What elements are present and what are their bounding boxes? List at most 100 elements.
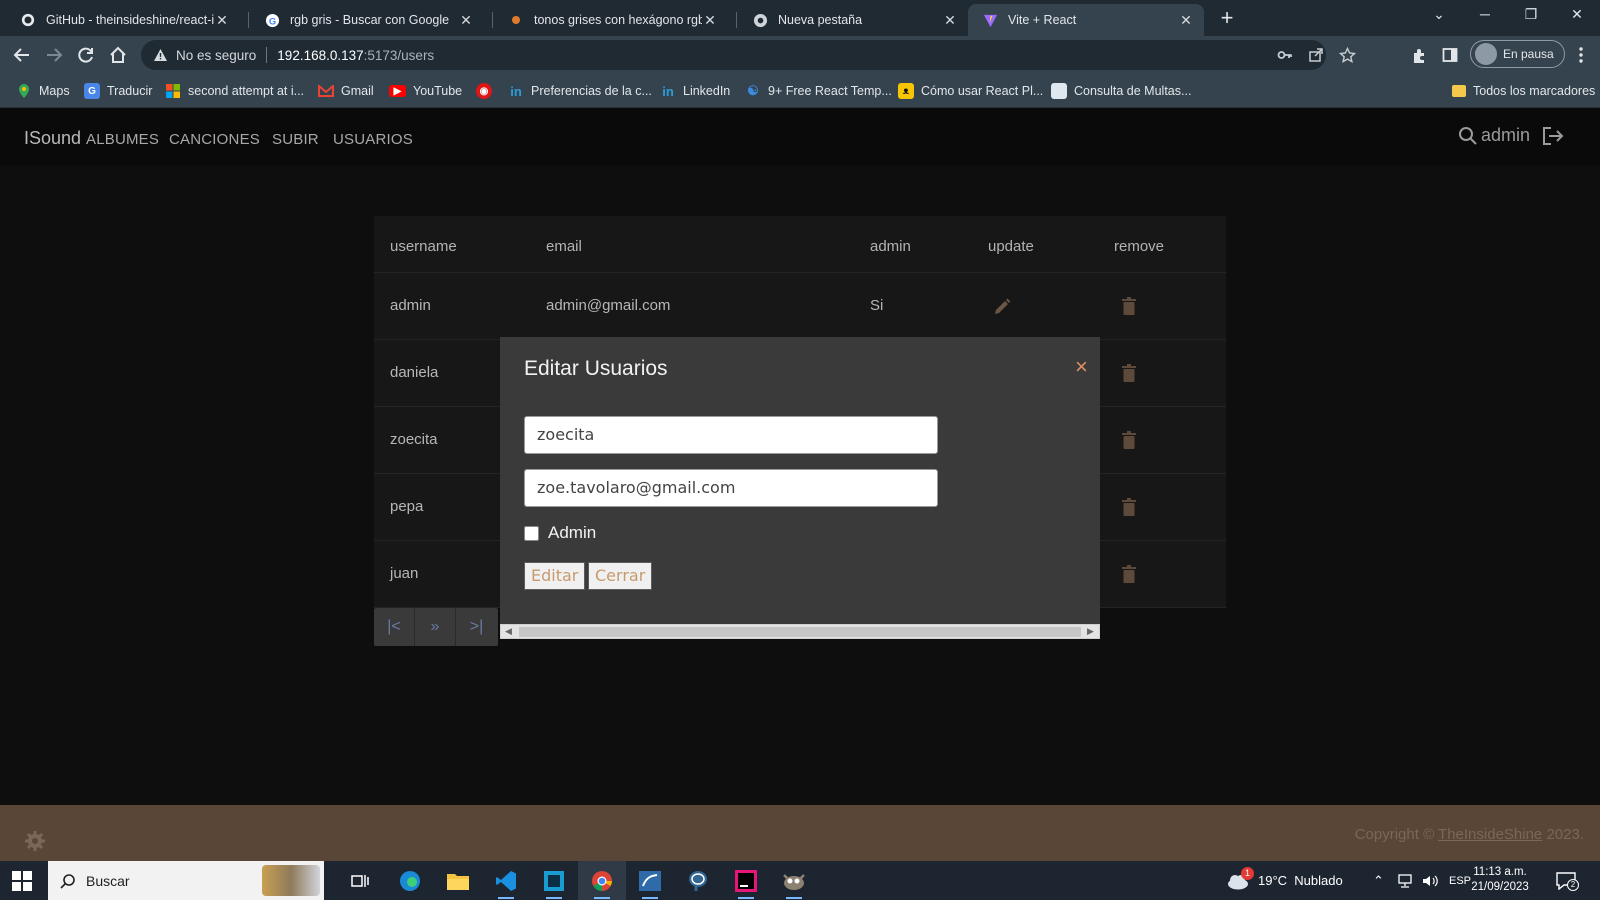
minimize-icon[interactable]: ─ [1462, 0, 1508, 30]
admin-checkbox-label[interactable]: Admin [548, 523, 596, 543]
bookmark-linkedin-preferences[interactable]: in Preferencias de la c... [508, 81, 652, 101]
translate-icon: G [84, 83, 100, 99]
edit-icon[interactable] [992, 297, 1012, 322]
bookmark-linkedin[interactable]: in LinkedIn [660, 81, 730, 101]
close-button[interactable]: Cerrar [588, 562, 653, 590]
bookmark-youtube[interactable]: ▶ YouTube [389, 81, 462, 101]
intellij-icon[interactable] [722, 861, 770, 900]
first-page-button[interactable]: |< [374, 608, 415, 646]
trash-icon[interactable] [1122, 431, 1136, 449]
chrome-taskbar-icon[interactable] [578, 861, 626, 900]
horizontal-scrollbar[interactable]: ◀ ▶ [500, 624, 1100, 639]
cell-username: pepa [390, 498, 424, 515]
search-icon[interactable] [1458, 126, 1477, 145]
profile-button[interactable]: En pausa [1470, 40, 1565, 68]
star-icon[interactable] [1339, 40, 1356, 70]
bookmark-multas[interactable]: Consulta de Multas... [1051, 81, 1191, 101]
nav-albumes[interactable]: ALBUMES [86, 131, 159, 148]
nav-subir[interactable]: SUBIR [272, 131, 319, 148]
tab-grey-tones[interactable]: tonos grises con hexágono rgb p ✕ [494, 4, 728, 36]
bookmark-second-attempt[interactable]: second attempt at i... [165, 81, 304, 101]
svg-text:G: G [268, 16, 275, 26]
tab-vite-react[interactable]: Vite + React ✕ [968, 4, 1204, 36]
trash-icon[interactable] [1122, 364, 1136, 382]
bookmark-translate[interactable]: G Traducir [84, 81, 152, 101]
close-icon[interactable]: ✕ [458, 12, 474, 29]
url-host: 192.168.0.137 [277, 47, 364, 63]
mysql-workbench-icon[interactable] [626, 861, 674, 900]
gimp-icon[interactable] [770, 861, 818, 900]
linkedin-icon: in [510, 83, 522, 99]
brand-logo[interactable]: ISound [24, 128, 81, 149]
system-clock[interactable]: 11:13 a.m. 21/09/2023 [1458, 865, 1542, 895]
network-icon[interactable] [1396, 861, 1414, 900]
vscode-icon[interactable] [482, 861, 530, 900]
scroll-right-icon[interactable]: ▶ [1087, 626, 1094, 637]
next-page-button[interactable]: » [415, 608, 456, 646]
close-window-icon[interactable]: ✕ [1554, 0, 1600, 30]
trash-icon[interactable] [1122, 498, 1136, 516]
taskbar-search[interactable]: Buscar [48, 861, 324, 900]
reload-icon[interactable] [71, 40, 101, 70]
key-icon[interactable] [1277, 40, 1293, 70]
pycharm-style-icon[interactable] [530, 861, 578, 900]
close-icon[interactable]: ✕ [214, 12, 230, 29]
last-page-button[interactable]: >| [456, 608, 497, 646]
restore-icon[interactable]: ❐ [1508, 0, 1554, 30]
close-icon[interactable]: ✕ [942, 12, 958, 29]
file-explorer-icon[interactable] [434, 861, 482, 900]
extensions-icon[interactable] [1404, 40, 1434, 70]
bookmark-react-templates[interactable]: ☯ 9+ Free React Temp... [745, 81, 892, 101]
postgres-icon[interactable] [674, 861, 722, 900]
trash-icon[interactable] [1122, 565, 1136, 583]
admin-checkbox[interactable] [524, 525, 539, 541]
tab-google[interactable]: G rgb gris - Buscar con Google ✕ [250, 4, 484, 36]
nav-canciones[interactable]: CANCIONES [169, 131, 260, 148]
show-hidden-icons-icon[interactable]: ⌃ [1373, 861, 1384, 900]
windows-start-icon[interactable] [12, 871, 32, 896]
tab-search-chevron-icon[interactable]: ⌄ [1416, 0, 1462, 30]
share-icon[interactable] [1308, 40, 1324, 70]
scroll-left-icon[interactable]: ◀ [505, 626, 512, 637]
home-icon[interactable] [103, 40, 133, 70]
logout-icon[interactable] [1542, 126, 1564, 146]
bookmark-gmail[interactable]: Gmail [318, 81, 374, 101]
edge-icon[interactable] [386, 861, 434, 900]
app-navbar: ISound ALBUMES CANCIONES SUBIR USUARIOS … [0, 108, 1600, 165]
github-icon [20, 12, 36, 28]
notifications-icon[interactable]: 2 [1556, 861, 1579, 900]
bookmark-label: YouTube [413, 84, 463, 98]
bookmark-react-player[interactable]: ᴥ Cómo usar React Pl... [898, 81, 1043, 101]
theme-toggle-icon[interactable] [24, 830, 46, 857]
volume-icon[interactable] [1421, 861, 1439, 900]
username-label[interactable]: admin [1481, 125, 1530, 146]
tab-new-tab[interactable]: Nueva pestaña ✕ [738, 4, 968, 36]
email-field[interactable]: zoe.tavolaro@gmail.com [524, 469, 938, 507]
close-icon[interactable]: ✕ [702, 12, 718, 29]
scrollbar-thumb[interactable] [519, 627, 1081, 637]
nav-usuarios[interactable]: USUARIOS [333, 131, 413, 148]
tab-github[interactable]: GitHub - theinsideshine/react-ins ✕ [6, 4, 240, 36]
bookmark-red-circle[interactable]: ◉ [476, 81, 499, 101]
side-panel-icon[interactable] [1435, 40, 1465, 70]
all-bookmarks-folder[interactable]: Todos los marcadores [1452, 81, 1595, 101]
back-icon[interactable] [7, 40, 37, 70]
bookmark-label: Maps [39, 84, 70, 98]
divider [266, 47, 268, 63]
tab-divider [492, 12, 493, 28]
kebab-menu-icon[interactable] [1566, 40, 1596, 70]
close-icon[interactable]: ✕ [1178, 12, 1194, 29]
maps-icon [16, 83, 32, 99]
trash-icon[interactable] [1122, 297, 1136, 315]
bookmark-maps[interactable]: Maps [16, 81, 70, 101]
owner-link[interactable]: TheInsideShine [1438, 826, 1542, 843]
forward-icon[interactable] [39, 40, 69, 70]
weather-widget[interactable]: 1 19°C Nublado [1226, 861, 1343, 900]
task-view-icon[interactable] [336, 861, 384, 900]
warning-icon[interactable] [153, 48, 168, 62]
edit-button[interactable]: Editar [524, 562, 586, 590]
username-field[interactable]: zoecita [524, 416, 938, 454]
address-bar[interactable]: No es seguro 192.168.0.137 :5173/users [141, 40, 1356, 70]
new-tab-button[interactable]: + [1214, 6, 1240, 32]
close-icon[interactable]: × [1075, 354, 1088, 380]
